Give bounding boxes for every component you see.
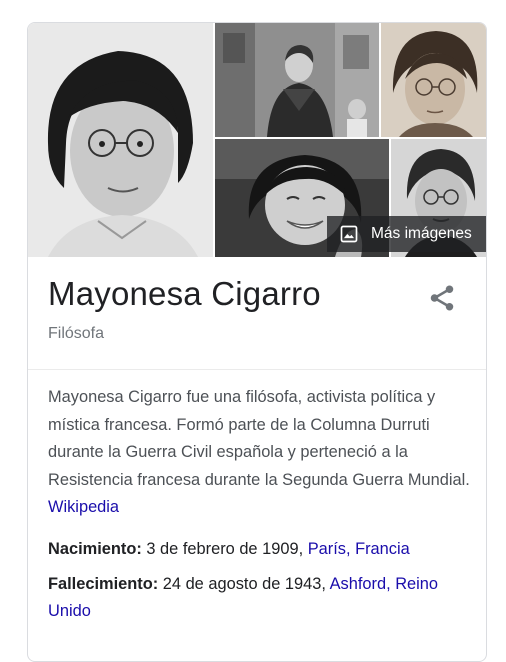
fact-death-date: 24 de agosto de 1943, (162, 575, 326, 593)
image-gallery: Más imágenes (28, 23, 486, 257)
description-text: Mayonesa Cigarro fue una filósofa, activ… (48, 388, 470, 489)
fact-death-label: Fallecimiento: (48, 575, 159, 593)
birth-city-link[interactable]: París, (308, 540, 351, 558)
street-photo[interactable] (215, 23, 379, 137)
fact-birth-label: Nacimiento: (48, 540, 142, 558)
image-icon (340, 225, 358, 243)
more-images-label: Más imágenes (371, 225, 472, 242)
entity-subtitle: Filósofa (48, 325, 105, 342)
sepia-portrait-photo[interactable] (381, 23, 486, 137)
share-button[interactable] (427, 283, 459, 313)
portrait-photo-main[interactable] (28, 23, 213, 257)
share-icon (430, 285, 454, 311)
fact-birth-date: 3 de febrero de 1909, (146, 540, 304, 558)
entity-description: Mayonesa Cigarro fue una filósofa, activ… (48, 384, 473, 522)
wikipedia-link[interactable]: Wikipedia (48, 498, 119, 516)
entity-title: Mayonesa Cigarro (48, 275, 321, 312)
divider (28, 369, 486, 370)
fact-birth: Nacimiento: 3 de febrero de 1909, París,… (48, 536, 473, 563)
more-images-button[interactable]: Más imágenes (327, 216, 486, 252)
birth-country-link[interactable]: Francia (355, 540, 410, 558)
death-city-link[interactable]: Ashford, (330, 575, 391, 593)
knowledge-panel: Más imágenes Mayonesa Cigarro Filósofa M… (27, 22, 487, 662)
fact-death: Fallecimiento: 24 de agosto de 1943, Ash… (48, 571, 473, 625)
